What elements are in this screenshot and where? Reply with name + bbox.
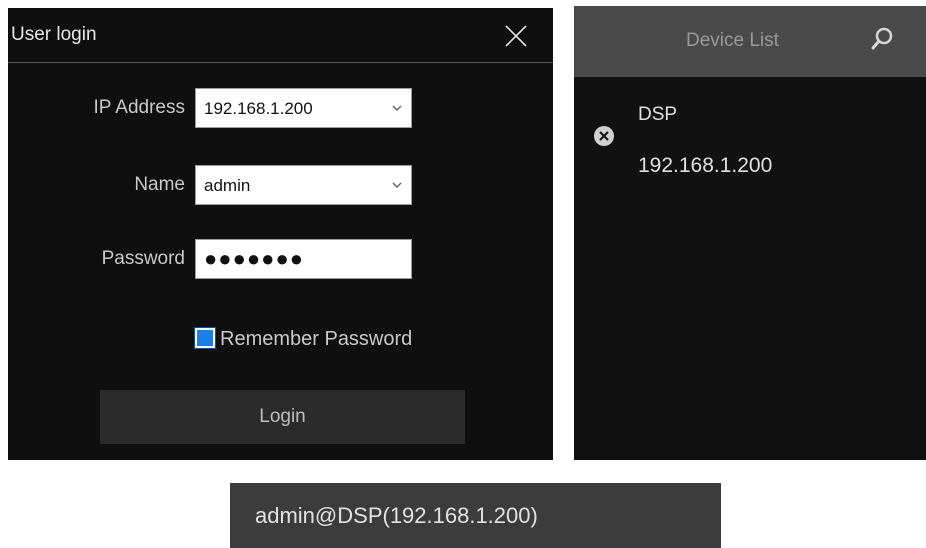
- remember-password-checkbox[interactable]: [194, 327, 216, 349]
- ip-address-value: 192.168.1.200: [204, 99, 313, 118]
- ip-address-select[interactable]: 192.168.1.200: [195, 88, 412, 128]
- remove-device-button[interactable]: [594, 126, 614, 146]
- search-button[interactable]: [870, 26, 894, 52]
- name-select[interactable]: admin: [195, 165, 412, 205]
- close-button[interactable]: [504, 24, 528, 48]
- ip-address-row: IP Address 192.168.1.200: [8, 88, 553, 128]
- close-icon: [505, 25, 527, 47]
- device-list-header: Device List: [574, 6, 926, 77]
- name-value: admin: [204, 176, 251, 195]
- device-list-title: Device List: [686, 30, 779, 51]
- password-row: Password ●●●●●●●: [8, 239, 553, 279]
- device-name: DSP: [638, 104, 678, 125]
- password-label: Password: [101, 248, 185, 269]
- remember-password-label: Remember Password: [220, 328, 413, 350]
- name-label: Name: [134, 174, 185, 195]
- dialog-titlebar: User login: [8, 8, 553, 63]
- device-list-panel: Device List DSP 192.168.1.200: [574, 6, 926, 460]
- user-login-dialog: User login IP Address 192.168.1.200 Name…: [8, 8, 553, 460]
- login-button[interactable]: Login: [100, 390, 465, 444]
- ip-address-label: IP Address: [93, 97, 185, 118]
- chevron-down-icon[interactable]: [391, 178, 403, 192]
- chevron-down-icon[interactable]: [391, 101, 403, 115]
- search-icon: [871, 27, 893, 50]
- password-value: ●●●●●●●: [204, 246, 305, 271]
- connection-status-bar: admin@DSP(192.168.1.200): [230, 483, 721, 548]
- password-field[interactable]: ●●●●●●●: [195, 239, 412, 279]
- remove-icon: [599, 131, 609, 141]
- device-list-item[interactable]: DSP 192.168.1.200: [574, 86, 926, 186]
- name-row: Name admin: [8, 165, 553, 205]
- device-ip: 192.168.1.200: [638, 154, 773, 177]
- login-button-label: Login: [259, 406, 306, 427]
- connection-status-text: admin@DSP(192.168.1.200): [255, 503, 538, 528]
- dialog-title: User login: [11, 24, 97, 45]
